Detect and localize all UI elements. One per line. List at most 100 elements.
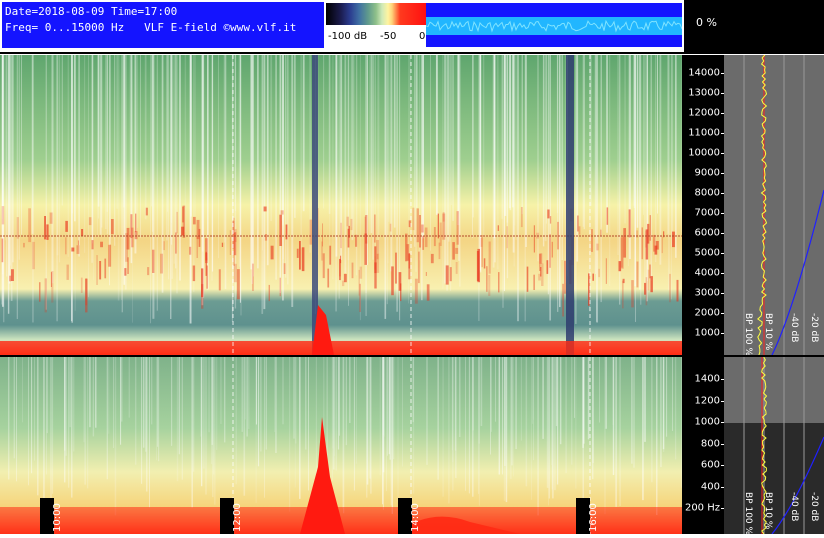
profile-axis-label: -20 dB (809, 492, 819, 521)
noise-streak (248, 357, 250, 429)
noise-streak (67, 55, 69, 257)
sferic-streak (11, 269, 14, 281)
noise-streak (446, 55, 448, 291)
noise-streak (554, 357, 556, 491)
noise-streak (465, 357, 466, 491)
sferic-streak (135, 213, 137, 233)
sferic-streak (422, 236, 424, 250)
noise-streak (542, 357, 544, 439)
noise-streak (22, 357, 23, 423)
noise-streak (146, 357, 148, 492)
sferic-streak (9, 275, 12, 282)
noise-streak (31, 357, 33, 474)
sferic-streak (46, 224, 49, 240)
axis-tick-label: 2000 (694, 307, 720, 319)
noise-streak (263, 55, 266, 310)
noise-streak (349, 357, 351, 423)
noise-streak (194, 55, 196, 220)
sferic-streak (547, 209, 550, 219)
noise-streak (270, 55, 273, 222)
noise-streak (28, 357, 29, 486)
noise-streak (390, 55, 393, 272)
noise-streak (508, 55, 511, 209)
sferic-streak (96, 255, 98, 285)
noise-streak (89, 357, 91, 428)
sferic-streak (598, 268, 600, 278)
noise-streak (402, 357, 403, 467)
noise-streak (69, 357, 71, 428)
sferic-streak (100, 241, 103, 248)
noise-streak (468, 357, 470, 494)
waveform-graph (426, 17, 682, 35)
noise-streak (393, 357, 395, 460)
noise-streak (521, 55, 523, 215)
noise-streak (390, 357, 392, 506)
sferic-streak (252, 263, 254, 291)
noise-streak (501, 55, 503, 219)
noise-streak (255, 357, 257, 503)
sferic-streak (340, 222, 342, 249)
sferic-streak (147, 267, 150, 276)
axis-tick-label: 1000 (694, 416, 720, 428)
noise-streak (350, 55, 352, 228)
sferic-streak (562, 283, 564, 317)
noise-streak (220, 357, 222, 424)
noise-streak (631, 357, 633, 464)
noise-streak (16, 55, 18, 320)
noise-streak (542, 55, 545, 247)
noise-streak (574, 357, 575, 418)
axis-tick-label: 1400 (694, 373, 720, 385)
noise-streak (615, 357, 617, 507)
noise-streak (546, 55, 547, 224)
noise-streak (101, 55, 103, 228)
noise-streak (265, 357, 267, 450)
sferic-streak (152, 249, 155, 273)
noise-streak (282, 357, 284, 425)
sferic-streak (672, 231, 675, 248)
noise-streak (132, 55, 133, 323)
sferic-streak (395, 252, 397, 284)
noise-streak (642, 357, 644, 501)
noise-streak (525, 357, 528, 487)
noise-streak (583, 357, 585, 444)
noise-streak (302, 55, 305, 212)
sferic-streak (299, 241, 301, 270)
noise-streak (559, 357, 562, 445)
noise-streak (635, 55, 636, 322)
sferic-streak (145, 207, 148, 216)
noise-streak (179, 55, 181, 281)
noise-streak (351, 55, 354, 241)
sferic-streak (418, 251, 420, 284)
noise-streak (510, 357, 512, 479)
noise-streak (651, 357, 653, 483)
sferic-streak (321, 241, 323, 261)
sferic-streak (391, 266, 394, 296)
sferic-streak (205, 251, 207, 276)
noise-streak (95, 357, 97, 428)
noise-streak (502, 357, 503, 475)
profile-axis-label: -20 dB (809, 313, 819, 342)
noise-streak (409, 55, 411, 222)
noise-streak (211, 55, 214, 272)
noise-streak (515, 357, 517, 450)
noise-streak (335, 357, 337, 471)
sferic-streak (201, 284, 204, 309)
noise-streak (412, 357, 415, 494)
sferic-streak (596, 243, 599, 251)
sferic-streak (81, 229, 84, 237)
noise-streak (359, 55, 361, 321)
profile-axis-label: BP 100 % (743, 492, 753, 534)
date-time-line: Date=2018-08-09 Time=17:00 (5, 5, 178, 18)
sferic-streak (669, 273, 671, 303)
sferic-streak (546, 260, 549, 274)
time-label-1000: 10:00 (40, 498, 63, 534)
noise-streak (414, 55, 416, 247)
noise-streak (636, 55, 639, 228)
sferic-streak (456, 211, 459, 245)
noise-streak (239, 55, 241, 303)
axis-tick-label: 600 (700, 459, 720, 471)
noise-streak (587, 357, 590, 440)
noise-streak (105, 55, 107, 230)
noise-streak (605, 357, 607, 429)
sferic-streak (329, 245, 332, 265)
